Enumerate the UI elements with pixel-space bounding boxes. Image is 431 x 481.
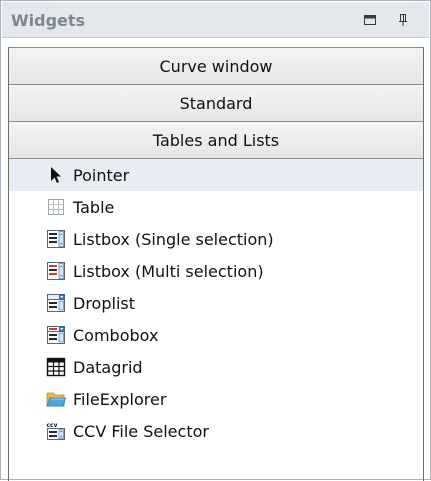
list-item-label: Droplist: [73, 293, 135, 313]
list-item-listbox-single[interactable]: Listbox (Single selection): [9, 223, 423, 255]
widgets-panel: Widgets Curve window Standard Tables and…: [0, 0, 431, 481]
list-item-label: CCV File Selector: [73, 421, 209, 441]
category-standard[interactable]: Standard: [9, 84, 423, 122]
panel-title: Widgets: [11, 11, 86, 30]
folder-icon: [45, 388, 67, 410]
combobox-icon: [45, 324, 67, 346]
datagrid-icon: [45, 356, 67, 378]
pin-icon[interactable]: [395, 12, 411, 28]
listbox-single-icon: [45, 228, 67, 250]
list-item-label: Datagrid: [73, 357, 143, 377]
category-curve-window[interactable]: Curve window: [9, 47, 423, 85]
list-item-label: Pointer: [73, 165, 130, 185]
list-item-droplist[interactable]: Droplist: [9, 287, 423, 319]
list-item-label: Combobox: [73, 325, 159, 345]
list-item-ccv-file-selector[interactable]: ccv CCV File Selector: [9, 415, 423, 447]
tables-and-lists-items: Pointer Table Listbox (Single selection)…: [9, 159, 423, 447]
list-item-label: Listbox (Multi selection): [73, 261, 264, 281]
droplist-icon: [45, 292, 67, 314]
pointer-icon: [45, 164, 67, 186]
table-icon: [45, 196, 67, 218]
list-item-combobox[interactable]: Combobox: [9, 319, 423, 351]
category-tables-and-lists[interactable]: Tables and Lists: [9, 121, 423, 159]
listbox-multi-icon: [45, 260, 67, 282]
list-item-table[interactable]: Table: [9, 191, 423, 223]
list-item-label: FileExplorer: [73, 389, 167, 409]
list-item-pointer[interactable]: Pointer: [9, 159, 423, 191]
list-item-listbox-multi[interactable]: Listbox (Multi selection): [9, 255, 423, 287]
list-item-label: Listbox (Single selection): [73, 229, 274, 249]
panel-titlebar: Widgets: [2, 2, 429, 38]
widget-list: Curve window Standard Tables and Lists P…: [8, 47, 424, 481]
list-item-label: Table: [73, 197, 115, 217]
list-item-fileexplorer[interactable]: FileExplorer: [9, 383, 423, 415]
svg-text:ccv: ccv: [47, 422, 58, 429]
maximize-icon[interactable]: [362, 12, 378, 28]
ccv-file-selector-icon: ccv: [45, 420, 67, 442]
list-item-datagrid[interactable]: Datagrid: [9, 351, 423, 383]
